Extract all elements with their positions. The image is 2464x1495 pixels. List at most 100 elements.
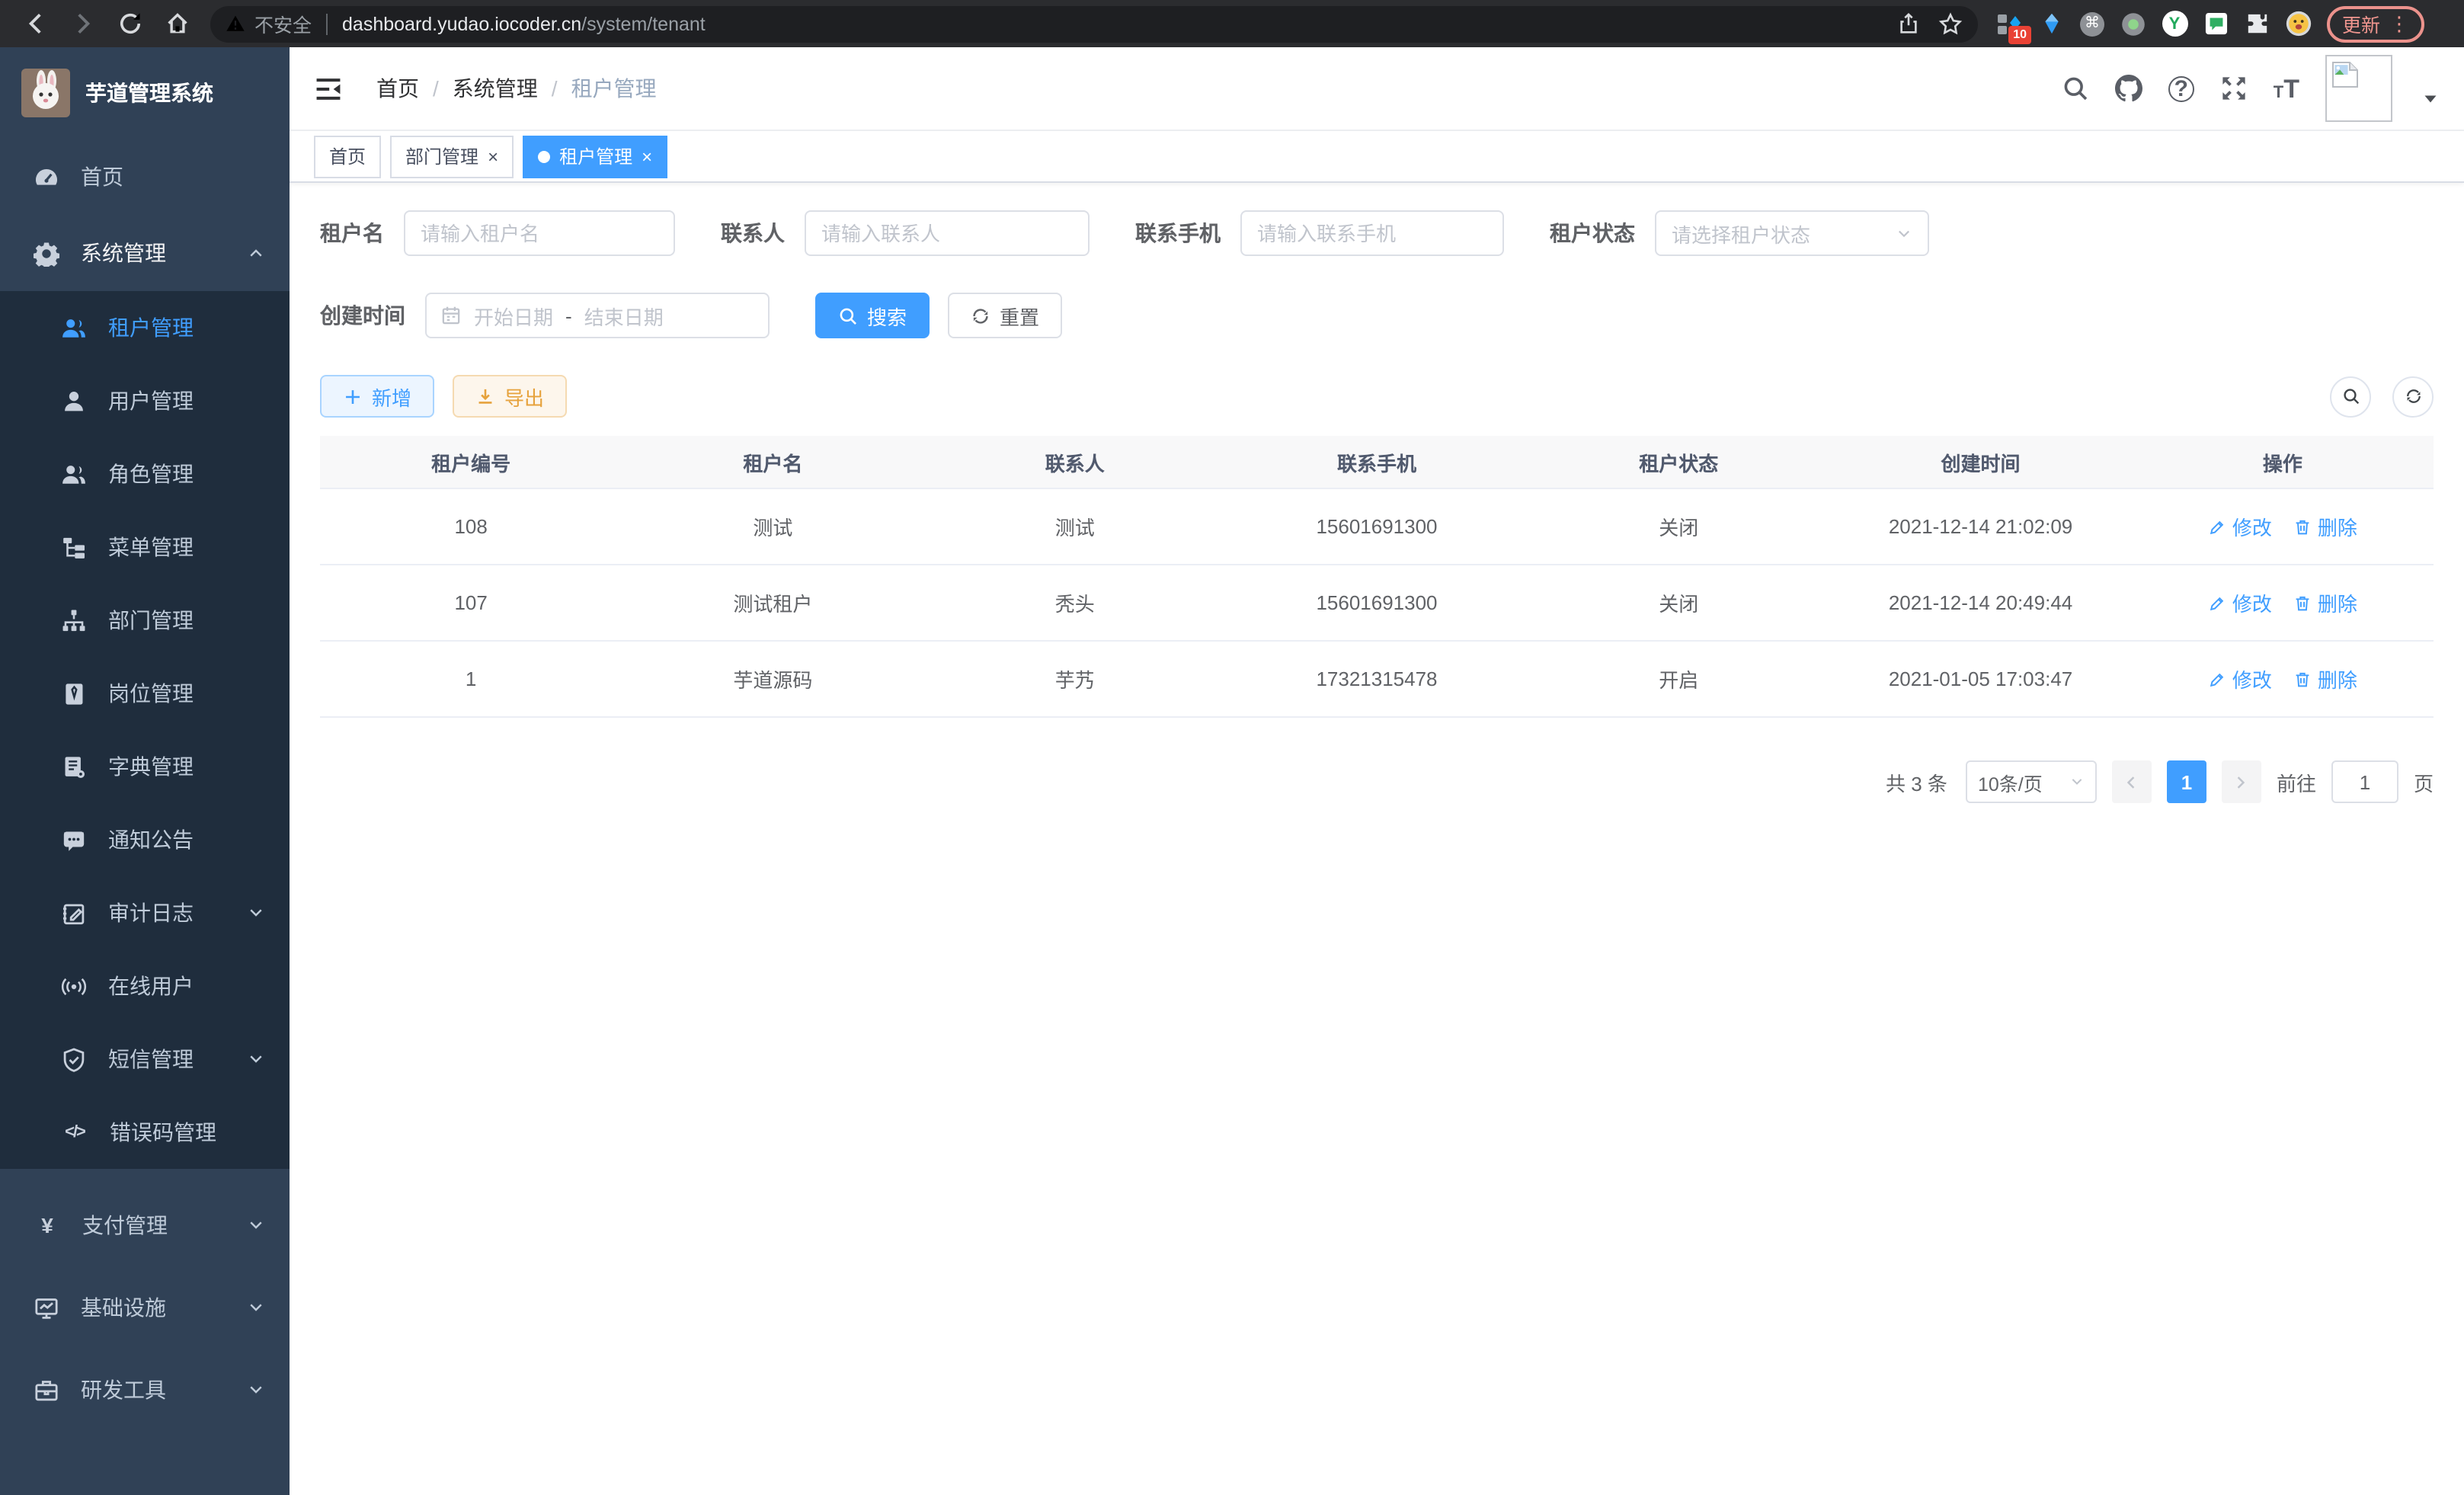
help-icon[interactable]: ? <box>2168 75 2194 101</box>
sidebar-item-online-users[interactable]: 在线用户 <box>0 949 290 1023</box>
start-date-placeholder: 开始日期 <box>474 301 553 330</box>
org-chart-icon <box>61 607 87 633</box>
edit-link[interactable]: 修改 <box>2208 588 2272 617</box>
browser-back-icon[interactable] <box>23 11 49 37</box>
cell-status: 开启 <box>1528 641 1829 717</box>
sidebar-item-sms[interactable]: 短信管理 <box>0 1023 290 1096</box>
browser-reload-icon[interactable] <box>117 11 143 37</box>
table-row[interactable]: 1 芋道源码 芋艿 17321315478 开启 2021-01-05 17:0… <box>320 641 2434 717</box>
share-icon[interactable] <box>1897 12 1920 35</box>
goto-page-input[interactable] <box>2331 760 2398 803</box>
extensions-puzzle-icon[interactable] <box>2243 10 2270 37</box>
delete-link[interactable]: 删除 <box>2293 588 2357 617</box>
sidebar-item-dict[interactable]: 字典管理 <box>0 730 290 803</box>
extension-yudao-icon[interactable]: Y <box>2161 10 2188 37</box>
table-header-row: 租户编号 租户名 联系人 联系手机 租户状态 创建时间 操作 <box>320 436 2434 488</box>
sidebar-item-payment[interactable]: ¥ 支付管理 <box>0 1184 290 1266</box>
sidebar-item-roles[interactable]: 角色管理 <box>0 437 290 511</box>
cell-contact: 测试 <box>924 488 1226 565</box>
breadcrumb-item[interactable]: 系统管理 <box>453 73 538 104</box>
sidebar-item-dev-tools[interactable]: 研发工具 <box>0 1349 290 1431</box>
search-button[interactable]: 搜索 <box>815 293 930 338</box>
users-icon <box>61 315 87 341</box>
tab-departments[interactable]: 部门管理 × <box>390 135 514 178</box>
chevron-down-icon <box>247 1298 265 1317</box>
extension-chat-icon[interactable] <box>2202 10 2229 37</box>
edit-link[interactable]: 修改 <box>2208 512 2272 541</box>
gear-icon <box>34 240 59 266</box>
sidebar-item-menus[interactable]: 菜单管理 <box>0 511 290 584</box>
sidebar-item-infrastructure[interactable]: 基础设施 <box>0 1266 290 1349</box>
date-range-picker[interactable]: 开始日期 - 结束日期 <box>425 293 770 338</box>
sidebar-item-label: 岗位管理 <box>108 678 194 709</box>
security-warning-icon[interactable] <box>226 14 245 34</box>
tab-close-icon[interactable]: × <box>642 147 652 165</box>
browser-forward-icon[interactable] <box>70 11 96 37</box>
sidebar-item-label: 首页 <box>81 162 123 192</box>
table-row[interactable]: 108 测试 测试 15601691300 关闭 2021-12-14 21:0… <box>320 488 2434 565</box>
delete-link[interactable]: 删除 <box>2293 512 2357 541</box>
sidebar-item-label: 基础设施 <box>81 1292 166 1323</box>
edit-icon <box>2208 670 2226 688</box>
sidebar-item-departments[interactable]: 部门管理 <box>0 584 290 657</box>
reset-button-label: 重置 <box>1000 301 1039 330</box>
sidebar-item-notice[interactable]: 通知公告 <box>0 803 290 876</box>
refresh-table-button[interactable] <box>2392 376 2434 417</box>
add-button[interactable]: 新增 <box>320 375 434 418</box>
sidebar-item-posts[interactable]: 岗位管理 <box>0 657 290 730</box>
user-avatar[interactable] <box>2325 55 2392 122</box>
profile-avatar-icon[interactable] <box>2284 10 2312 37</box>
sidebar-item-audit-log[interactable]: 审计日志 <box>0 876 290 949</box>
sidebar-fold-icon[interactable] <box>314 74 343 103</box>
tab-home[interactable]: 首页 <box>314 135 381 178</box>
y-logo-glyph: Y <box>2162 11 2187 37</box>
app-root: 不安全 dashboard.yudao.iocoder.cn/system/te… <box>0 0 2464 1495</box>
sidebar-item-home[interactable]: 首页 <box>0 139 290 215</box>
cell-tenant-id: 107 <box>320 565 622 641</box>
delete-link[interactable]: 删除 <box>2293 664 2357 693</box>
reset-button[interactable]: 重置 <box>948 293 1062 338</box>
active-tab-dot <box>538 150 550 162</box>
search-icon[interactable] <box>2062 75 2089 102</box>
sidebar-item-system[interactable]: 系统管理 <box>0 215 290 291</box>
filter-row-2: 创建时间 开始日期 - 结束日期 搜索 重置 <box>320 293 2434 338</box>
fullscreen-icon[interactable] <box>2220 75 2248 102</box>
browser-update-button[interactable]: 更新 ⋮ <box>2327 5 2424 42</box>
caret-down-icon[interactable] <box>2421 90 2440 108</box>
extension-kite-icon[interactable] <box>2037 10 2065 37</box>
address-bar[interactable]: 不安全 dashboard.yudao.iocoder.cn/system/te… <box>210 5 1978 42</box>
edit-link[interactable]: 修改 <box>2208 664 2272 693</box>
sidebar-item-error-codes[interactable]: </> 错误码管理 <box>0 1096 290 1169</box>
github-icon[interactable] <box>2115 75 2142 102</box>
font-size-icon[interactable]: TT <box>2274 75 2299 101</box>
mobile-input[interactable] <box>1240 210 1504 256</box>
page-number-button[interactable]: 1 <box>2167 760 2206 803</box>
sidebar-item-label: 系统管理 <box>81 238 166 268</box>
page-size-select[interactable]: 10条/页 <box>1966 760 2097 803</box>
tab-close-icon[interactable]: × <box>488 147 498 165</box>
browser-home-icon[interactable] <box>165 11 190 37</box>
column-header: 租户名 <box>622 436 923 488</box>
filter-status: 租户状态 请选择租户状态 <box>1550 210 1929 256</box>
app-title: 芋道管理系统 <box>85 78 213 108</box>
extension-command-icon[interactable]: ⌘ <box>2078 10 2106 37</box>
table-row[interactable]: 107 测试租户 秃头 15601691300 关闭 2021-12-14 20… <box>320 565 2434 641</box>
filter-label: 创建时间 <box>320 300 405 331</box>
cell-contact: 芋艿 <box>924 641 1226 717</box>
shield-check-icon <box>61 1046 87 1072</box>
tab-tenant[interactable]: 租户管理 × <box>523 135 667 178</box>
extension-grid-icon[interactable]: 10 <box>1996 10 2024 37</box>
export-button[interactable]: 导出 <box>453 375 567 418</box>
bookmark-star-icon[interactable] <box>1938 11 1963 36</box>
status-select[interactable]: 请选择租户状态 <box>1655 210 1929 256</box>
next-page-button[interactable] <box>2222 760 2261 803</box>
sidebar-item-tenant[interactable]: 租户管理 <box>0 291 290 364</box>
show-search-toggle-button[interactable] <box>2330 376 2371 417</box>
kebab-menu-icon[interactable]: ⋮ <box>2389 11 2409 36</box>
prev-page-button[interactable] <box>2112 760 2152 803</box>
extension-record-icon[interactable] <box>2120 10 2147 37</box>
sidebar-item-users[interactable]: 用户管理 <box>0 364 290 437</box>
breadcrumb-item[interactable]: 首页 <box>376 73 419 104</box>
tenant-name-input[interactable] <box>404 210 675 256</box>
contact-input[interactable] <box>805 210 1090 256</box>
